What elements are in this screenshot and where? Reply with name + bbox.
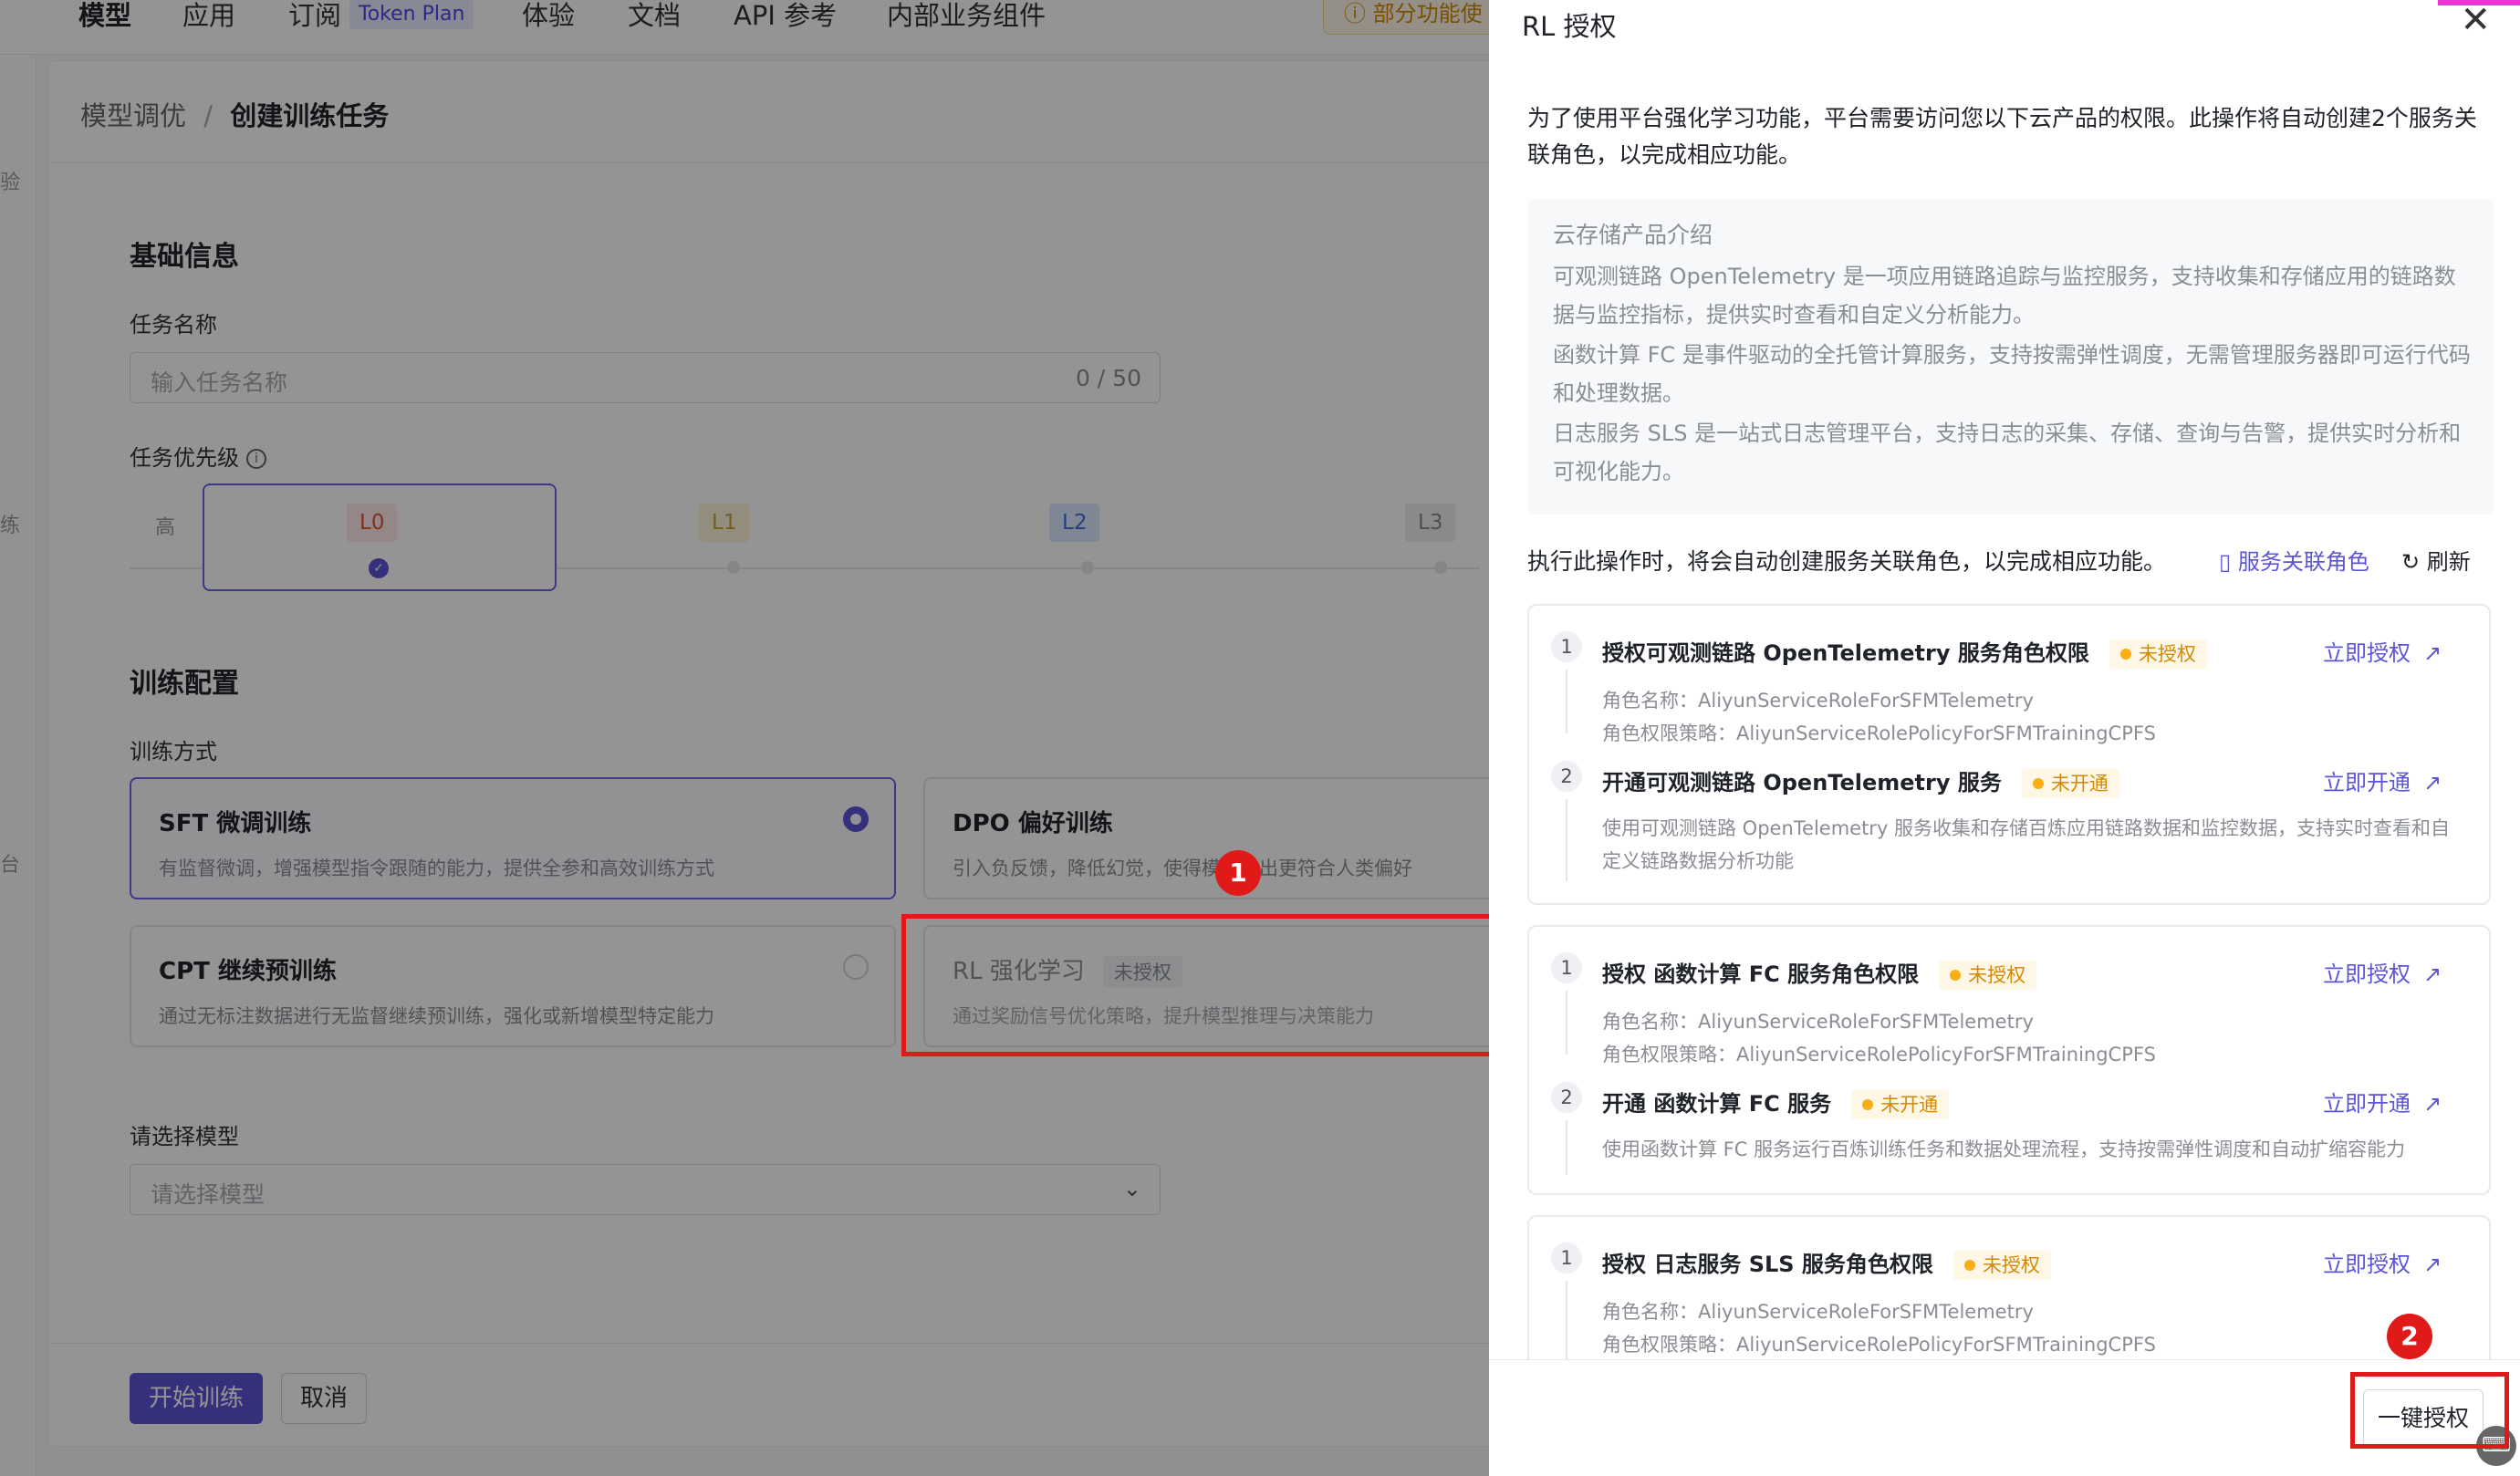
- status-badge: 未授权: [2109, 639, 2207, 669]
- permission-card: 1 授权 函数计算 FC 服务角色权限 未授权 立即授权 ↗ 角色名称：Aliyun…: [1527, 925, 2491, 1195]
- service-role-link[interactable]: ▯ 服务关联角色: [2219, 544, 2369, 576]
- step-connector: [1566, 670, 1567, 733]
- step-description: 使用可观测链路 OpenTelemetry 服务收集和存储百炼应用链路数据和监控…: [1602, 817, 2451, 872]
- step-connector: [1566, 991, 1567, 1055]
- status-text: 未开通: [2050, 773, 2109, 795]
- status-dot-icon: [2032, 778, 2044, 789]
- external-link-icon: ↗: [2423, 1091, 2442, 1117]
- step-connector: [1566, 1281, 1567, 1359]
- status-dot-icon: [1862, 1099, 1874, 1110]
- action-text: 立即开通: [2323, 770, 2411, 795]
- app-root: 模型 应用 订阅 Token Plan 体验 文档 API 参考 内部业务组件 …: [0, 0, 2520, 1476]
- authorize-now-link[interactable]: 立即授权 ↗: [2323, 635, 2442, 667]
- permission-list[interactable]: 1 授权可观测链路 OpenTelemetry 服务角色权限 未授权 立即授权 ↗ …: [1527, 602, 2494, 1359]
- role-policy: 角色权限策略：AliyunServiceRolePolicyForSFMTrai…: [1602, 1044, 2156, 1065]
- status-badge: 未开通: [1851, 1090, 1950, 1119]
- step-title: 开通 函数计算 FC 服务 未开通: [1602, 1086, 1950, 1119]
- role-name: 角色名称：AliyunServiceRoleForSFMTelemetry: [1602, 1011, 2034, 1033]
- permission-card: 1 授权可观测链路 OpenTelemetry 服务角色权限 未授权 立即授权 ↗ …: [1527, 604, 2491, 905]
- status-badge: 未开通: [2021, 769, 2119, 798]
- annotation-badge-1: 1: [1215, 850, 1261, 896]
- annotation-highlight-rl: [901, 914, 1509, 1056]
- step-connector: [1566, 799, 1567, 881]
- role-name: 角色名称：AliyunServiceRoleForSFMTelemetry: [1602, 1301, 2034, 1323]
- external-link-icon: ↗: [2423, 961, 2442, 987]
- step-number: 1: [1551, 952, 1582, 983]
- action-text: 立即授权: [2323, 640, 2411, 666]
- status-dot-icon: [1950, 970, 1962, 981]
- close-icon[interactable]: ✕: [2460, 0, 2491, 40]
- activate-now-link[interactable]: 立即开通 ↗: [2323, 1086, 2442, 1117]
- modal-overlay[interactable]: [0, 0, 1489, 1476]
- step-number: 2: [1551, 1082, 1582, 1113]
- step-title: 授权 日志服务 SLS 服务角色权限 未授权: [1602, 1246, 2051, 1280]
- panel-paragraph: 函数计算 FC 是事件驱动的全托管计算服务，支持按需弹性调度，无需管理服务器即可…: [1553, 342, 2471, 406]
- step-description: 使用函数计算 FC 服务运行百炼训练任务和数据处理流程，支持按需弹性调度和自动扩…: [1602, 1138, 2406, 1160]
- action-text: 立即开通: [2323, 1091, 2411, 1117]
- status-dot-icon: [1963, 1260, 1975, 1271]
- status-badge: 未授权: [1939, 961, 2037, 990]
- step-title-text: 授权 函数计算 FC 服务角色权限: [1602, 961, 1920, 987]
- annotation-highlight-onekey: [2350, 1372, 2509, 1449]
- step-title-text: 开通 函数计算 FC 服务: [1602, 1091, 1832, 1117]
- refresh-text: 刷新: [2426, 549, 2471, 575]
- drawer-title: RL 授权: [1522, 11, 1617, 42]
- role-name: 角色名称：AliyunServiceRoleForSFMTelemetry: [1602, 690, 2034, 712]
- panel-paragraph: 日志服务 SLS 是一站式日志管理平台，支持日志的采集、存储、查询与告警，提供实…: [1553, 421, 2462, 484]
- role-policy: 角色权限策略：AliyunServiceRolePolicyForSFMTrai…: [1602, 1334, 2156, 1356]
- status-text: 未授权: [1968, 964, 2026, 986]
- permission-card: 1 授权 日志服务 SLS 服务角色权限 未授权 立即授权 ↗ 角色名称：Aliyu…: [1527, 1215, 2491, 1359]
- external-link-icon: ↗: [2423, 1252, 2442, 1277]
- rl-auth-drawer: RL 授权 ✕ 为了使用平台强化学习功能，平台需要访问您以下云产品的权限。此操作…: [1489, 0, 2520, 1476]
- drawer-intro: 为了使用平台强化学习功能，平台需要访问您以下云产品的权限。此操作将自动创建2个服…: [1527, 105, 2477, 168]
- role-policy: 角色权限策略：AliyunServiceRolePolicyForSFMTrai…: [1602, 722, 2156, 744]
- step-number: 2: [1551, 761, 1582, 792]
- step-number: 1: [1551, 631, 1582, 662]
- product-intro-panel: 云存储产品介绍 可观测链路 OpenTelemetry 是一项应用链路追踪与监控…: [1527, 199, 2494, 515]
- external-link-icon: ↗: [2423, 770, 2442, 795]
- action-text: 执行此操作时，将会自动创建服务关联角色，以完成相应功能。: [1527, 548, 2167, 575]
- step-title-text: 开通可观测链路 OpenTelemetry 服务: [1602, 770, 2002, 795]
- external-link-icon: ↗: [2423, 640, 2442, 666]
- step-connector: [1566, 1120, 1567, 1175]
- status-text: 未授权: [1982, 1254, 2040, 1276]
- refresh-button[interactable]: ↻ 刷新: [2401, 544, 2471, 576]
- service-role-link-text: 服务关联角色: [2237, 549, 2369, 575]
- step-title: 授权可观测链路 OpenTelemetry 服务角色权限 未授权: [1602, 635, 2207, 669]
- step-title: 开通可观测链路 OpenTelemetry 服务 未开通: [1602, 764, 2119, 798]
- document-icon: ▯: [2219, 549, 2238, 575]
- authorize-now-link[interactable]: 立即授权 ↗: [2323, 1246, 2442, 1278]
- step-title-text: 授权可观测链路 OpenTelemetry 服务角色权限: [1602, 640, 2089, 666]
- step-title: 授权 函数计算 FC 服务角色权限 未授权: [1602, 956, 2037, 990]
- annotation-badge-2: 2: [2387, 1314, 2432, 1359]
- status-badge: 未授权: [1952, 1251, 2051, 1280]
- authorize-now-link[interactable]: 立即授权 ↗: [2323, 956, 2442, 988]
- status-dot-icon: [2119, 649, 2131, 660]
- step-number: 1: [1551, 1242, 1582, 1273]
- activate-now-link[interactable]: 立即开通 ↗: [2323, 764, 2442, 796]
- panel-paragraph: 可观测链路 OpenTelemetry 是一项应用链路追踪与监控服务，支持收集和…: [1553, 264, 2456, 327]
- status-text: 未授权: [2138, 643, 2196, 665]
- step-title-text: 授权 日志服务 SLS 服务角色权限: [1602, 1252, 1933, 1277]
- panel-title: 云存储产品介绍: [1553, 222, 1713, 248]
- status-text: 未开通: [1880, 1094, 1939, 1116]
- refresh-icon: ↻: [2401, 549, 2427, 575]
- action-text: 立即授权: [2323, 1252, 2411, 1277]
- action-text: 立即授权: [2323, 961, 2411, 987]
